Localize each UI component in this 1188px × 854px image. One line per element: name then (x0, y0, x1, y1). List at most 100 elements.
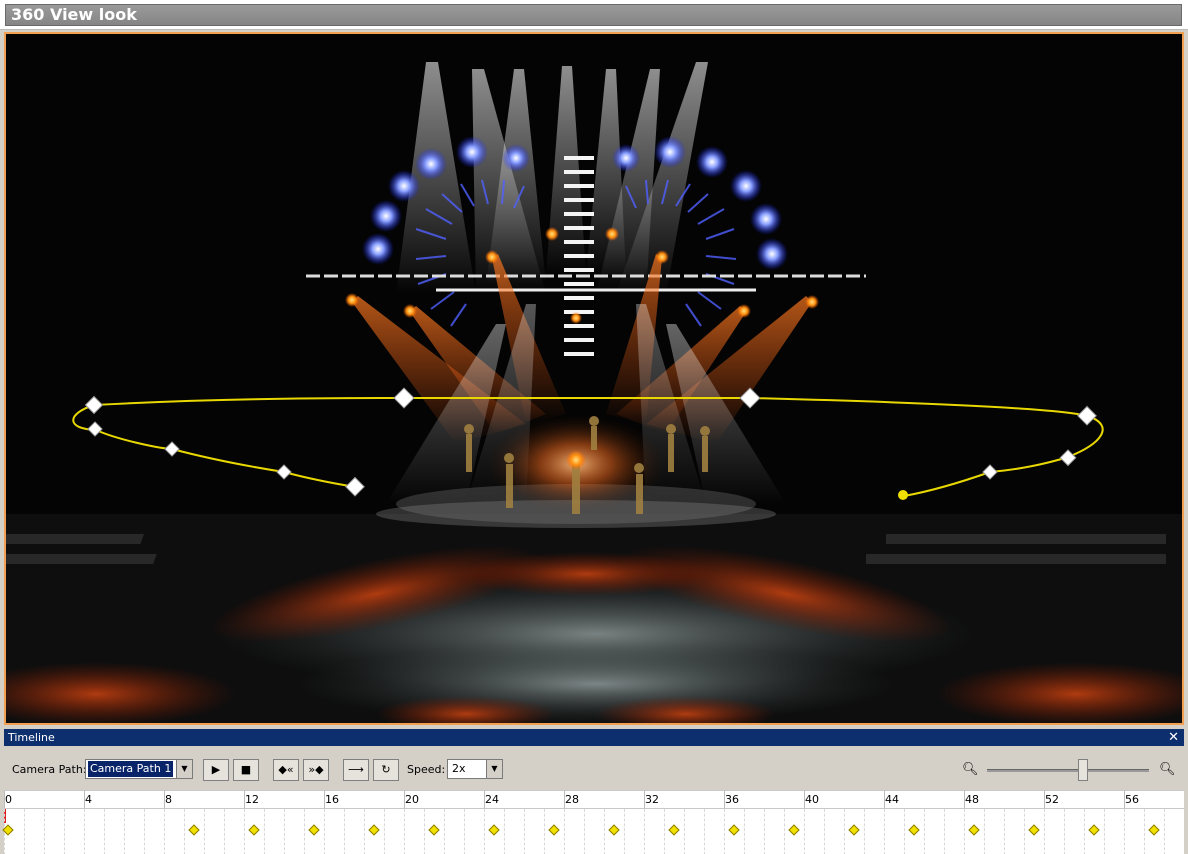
grid-line (784, 809, 785, 854)
grid-line (664, 809, 665, 854)
3d-viewport[interactable] (4, 32, 1184, 725)
grid-line (264, 809, 265, 854)
chevron-down-icon[interactable]: ▼ (486, 760, 502, 778)
ruler-tick-label: 16 (325, 793, 339, 806)
loop-button[interactable]: ↻ (373, 759, 399, 781)
ruler-tick-label: 20 (405, 793, 419, 806)
keyframe-marker[interactable] (1028, 824, 1040, 836)
keyframe-marker[interactable] (248, 824, 260, 836)
grid-line (84, 809, 85, 854)
keyframe-marker[interactable] (1088, 824, 1100, 836)
grid-line (224, 809, 225, 854)
grid-line (1064, 809, 1065, 854)
grid-line (64, 809, 65, 854)
speed-label: Speed: (407, 763, 446, 776)
grid-line (1084, 809, 1085, 854)
chevron-down-icon[interactable]: ▼ (176, 760, 192, 778)
grid-line (284, 809, 285, 854)
grid-line (384, 809, 385, 854)
keyframe-marker[interactable] (668, 824, 680, 836)
play-button[interactable]: ▶ (203, 759, 229, 781)
grid-line (544, 809, 545, 854)
timeline-ruler[interactable]: 0 4 8 12 16 20 24 28 32 36 40 44 48 52 56 (4, 790, 1184, 809)
grid-line (624, 809, 625, 854)
grid-line (904, 809, 905, 854)
timeline-title: Timeline (8, 731, 55, 744)
keyframe-marker[interactable] (848, 824, 860, 836)
grid-line (1104, 809, 1105, 854)
ruler-tick-label: 48 (965, 793, 979, 806)
grid-line (884, 809, 885, 854)
ruler-tick-label: 28 (565, 793, 579, 806)
keyframe-marker[interactable] (728, 824, 740, 836)
timeline-toolbar: Camera Path: Camera Path 1 ▼ ▶ ■ ◆« »◆ ⟶… (4, 746, 1184, 790)
keyframe-marker[interactable] (968, 824, 980, 836)
go-to-end-button[interactable]: ⟶ (343, 759, 369, 781)
grid-line (584, 809, 585, 854)
grid-line (424, 809, 425, 854)
keyframe-marker[interactable] (308, 824, 320, 836)
prev-keyframe-icon: ◆« (278, 763, 294, 776)
keyframe-marker[interactable] (608, 824, 620, 836)
keyframe-track[interactable] (2, 808, 1184, 854)
keyframe-marker[interactable] (428, 824, 440, 836)
grid-line (804, 809, 805, 854)
grid-line (44, 809, 45, 854)
grid-line (824, 809, 825, 854)
grid-line (484, 809, 485, 854)
close-icon[interactable]: ✕ (1168, 729, 1179, 746)
speed-select[interactable]: 2x ▼ (447, 759, 503, 779)
grid-line (184, 809, 185, 854)
grid-line (524, 809, 525, 854)
grid-line (644, 809, 645, 854)
keyframe-marker[interactable] (488, 824, 500, 836)
keyframe-marker[interactable] (908, 824, 920, 836)
grid-line (324, 809, 325, 854)
prev-keyframe-button[interactable]: ◆« (273, 759, 299, 781)
grid-line (244, 809, 245, 854)
grid-line (304, 809, 305, 854)
keyframe-marker[interactable] (368, 824, 380, 836)
grid-line (844, 809, 845, 854)
stage-render[interactable] (6, 34, 1182, 723)
ruler-tick-label: 56 (1125, 793, 1139, 806)
grid-line (604, 809, 605, 854)
ruler-tick-label: 40 (805, 793, 819, 806)
grid-line (1024, 809, 1025, 854)
viewport-titlebar: 360 View look (0, 0, 1188, 30)
zoom-out-icon[interactable]: 🔍︎ (962, 762, 979, 777)
stop-button[interactable]: ■ (233, 759, 259, 781)
grid-line (1164, 809, 1165, 854)
grid-line (944, 809, 945, 854)
keyframe-marker[interactable] (788, 824, 800, 836)
grid-line (924, 809, 925, 854)
zoom-in-icon[interactable]: 🔍︎ (1159, 762, 1176, 777)
grid-line (984, 809, 985, 854)
grid-line (504, 809, 505, 854)
grid-line (724, 809, 725, 854)
keyframe-marker[interactable] (188, 824, 200, 836)
keyframe-marker[interactable] (1148, 824, 1160, 836)
grid-line (764, 809, 765, 854)
grid-line (1004, 809, 1005, 854)
grid-line (124, 809, 125, 854)
ruler-tick-label: 52 (1045, 793, 1059, 806)
camera-path-select[interactable]: Camera Path 1 ▼ (85, 759, 193, 779)
timeline-header: Timeline ✕ (4, 729, 1184, 746)
grid-line (1124, 809, 1125, 854)
zoom-slider-track[interactable] (987, 769, 1149, 772)
next-keyframe-button[interactable]: »◆ (303, 759, 329, 781)
keyframe-marker[interactable] (548, 824, 560, 836)
ruler-tick-label: 24 (485, 793, 499, 806)
speed-value: 2x (452, 762, 466, 775)
grid-line (344, 809, 345, 854)
grid-line (164, 809, 165, 854)
grid-line (1144, 809, 1145, 854)
stop-icon: ■ (240, 763, 252, 776)
grid-line (744, 809, 745, 854)
ruler-tick-label: 36 (725, 793, 739, 806)
ruler-tick-label: 32 (645, 793, 659, 806)
zoom-slider-thumb[interactable] (1078, 759, 1088, 781)
grid-line (24, 809, 25, 854)
grid-line (404, 809, 405, 854)
